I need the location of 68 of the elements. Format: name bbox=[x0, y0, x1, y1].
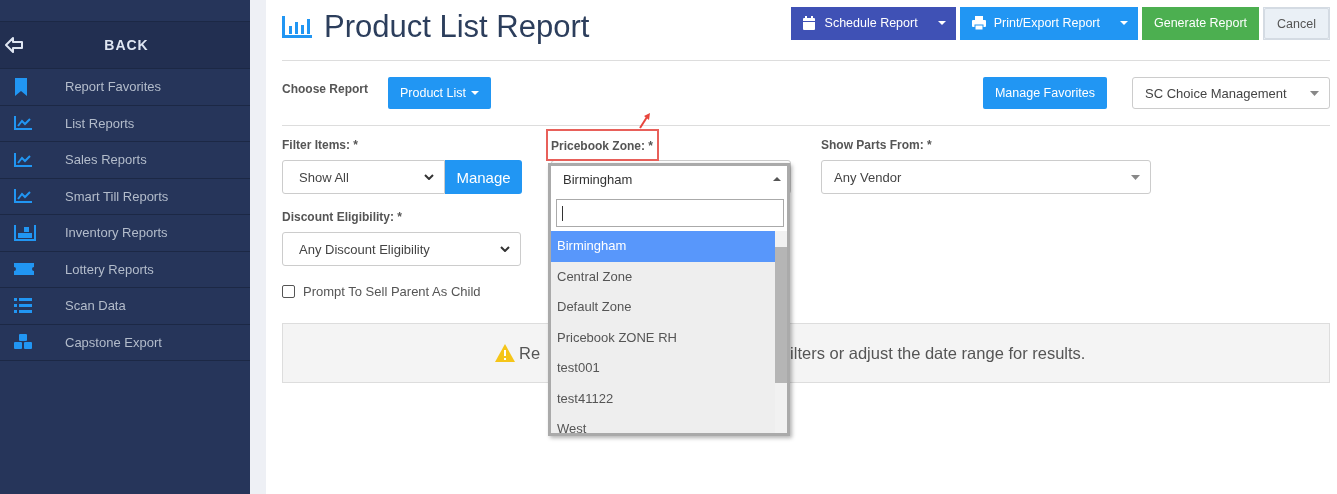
sidebar-item-label[interactable]: Scan Data bbox=[65, 298, 126, 314]
sidebar-row[interactable]: Scan Data bbox=[0, 288, 250, 325]
annotation-arrow-icon bbox=[638, 113, 650, 129]
dropdown-option[interactable]: Central Zone bbox=[551, 261, 775, 292]
show-parts-select-value[interactable]: Any Vendor bbox=[834, 169, 902, 185]
dropdown-option[interactable]: test001 bbox=[551, 353, 775, 384]
calendar-icon bbox=[802, 15, 817, 30]
caret-icon bbox=[937, 20, 946, 25]
back-link[interactable]: BACK bbox=[0, 22, 250, 69]
cubes-icon bbox=[14, 334, 32, 351]
sidebar-item-label[interactable]: List Reports bbox=[65, 115, 135, 131]
store-select-value[interactable]: SC Choice Management bbox=[1145, 85, 1287, 101]
dropdown-option[interactable]: Default Zone bbox=[551, 292, 775, 323]
bookmark-icon bbox=[14, 77, 28, 96]
field-label: Filter Items: * bbox=[282, 138, 359, 154]
dropdown-option[interactable]: West bbox=[551, 414, 775, 433]
sidebar-row[interactable]: List Reports bbox=[0, 105, 250, 142]
filter-items-select-value[interactable]: Show All bbox=[299, 169, 349, 185]
warning-icon bbox=[495, 344, 515, 362]
page-title: Product List Report bbox=[324, 9, 590, 45]
line-chart-icon bbox=[14, 116, 32, 131]
sidebar-row[interactable]: Capstone Export bbox=[0, 324, 250, 361]
ticket-icon bbox=[14, 263, 34, 276]
chevron-down-icon bbox=[500, 246, 510, 252]
sidebar-item-label[interactable]: Inventory Reports bbox=[65, 225, 168, 241]
checkbox-label[interactable]: Prompt To Sell Parent As Child bbox=[303, 284, 481, 299]
sidebar-item-label[interactable]: Smart Till Reports bbox=[65, 188, 169, 204]
sidebar-row[interactable]: Sales Reports bbox=[0, 142, 250, 179]
alert-text: Re bbox=[519, 343, 541, 363]
selected-value[interactable]: Birmingham bbox=[563, 171, 633, 187]
scrollbar[interactable] bbox=[775, 231, 787, 433]
warehouse-icon bbox=[14, 224, 36, 241]
discount-eligibility-select[interactable]: Any Discount Eligibility bbox=[282, 232, 521, 266]
sidebar-row[interactable]: Lottery Reports bbox=[0, 251, 250, 288]
back-label[interactable]: BACK bbox=[23, 37, 230, 53]
sidebar-item-label[interactable]: Lottery Reports bbox=[65, 261, 154, 277]
dropdown-triangle-icon bbox=[1131, 174, 1140, 180]
search-field[interactable] bbox=[556, 199, 784, 227]
field-label: Discount Eligibility: * bbox=[282, 210, 402, 226]
dropdown-triangle-icon bbox=[1310, 90, 1319, 96]
sidebar-row[interactable]: Inventory Reports bbox=[0, 215, 250, 252]
field-label: Show Parts From: * bbox=[821, 138, 932, 154]
sidebar-item-label[interactable]: Capstone Export bbox=[65, 334, 162, 350]
alert-text: ilters or adjust the date range for results. bbox=[790, 343, 1086, 363]
cancel-button[interactable]: Cancel bbox=[1264, 8, 1329, 39]
store-select[interactable]: SC Choice Management bbox=[1132, 77, 1330, 109]
chevron-down-icon bbox=[424, 174, 434, 180]
sidebar-row[interactable]: Report Favorites bbox=[0, 69, 250, 106]
back-arrow-icon bbox=[5, 37, 23, 53]
discount-eligibility-select-value[interactable]: Any Discount Eligibility bbox=[299, 241, 430, 257]
highlighted-field-label: Pricebook Zone: * bbox=[546, 129, 660, 161]
sidebar-row[interactable]: Smart Till Reports bbox=[0, 178, 250, 215]
line-chart-icon bbox=[14, 189, 32, 204]
caret-icon bbox=[1119, 20, 1128, 25]
dropdown-option[interactable]: test41122 bbox=[551, 383, 775, 414]
bar-chart-icon bbox=[282, 16, 312, 38]
choose-report-label: Choose Report bbox=[282, 82, 368, 96]
checkbox[interactable] bbox=[282, 285, 295, 298]
filter-items-select[interactable]: Show All bbox=[282, 160, 445, 194]
caret-icon bbox=[471, 91, 480, 95]
sidebar-item-label[interactable]: Sales Reports bbox=[65, 152, 147, 168]
printer-icon bbox=[971, 15, 986, 30]
line-chart-icon bbox=[14, 152, 32, 167]
sidebar-item-label[interactable]: Report Favorites bbox=[65, 79, 162, 95]
list-icon bbox=[14, 298, 32, 314]
dropdown-option[interactable]: Pricebook ZONE RH bbox=[551, 322, 775, 353]
scroll-up-icon bbox=[773, 177, 781, 181]
show-parts-select[interactable]: Any Vendor bbox=[821, 160, 1151, 194]
